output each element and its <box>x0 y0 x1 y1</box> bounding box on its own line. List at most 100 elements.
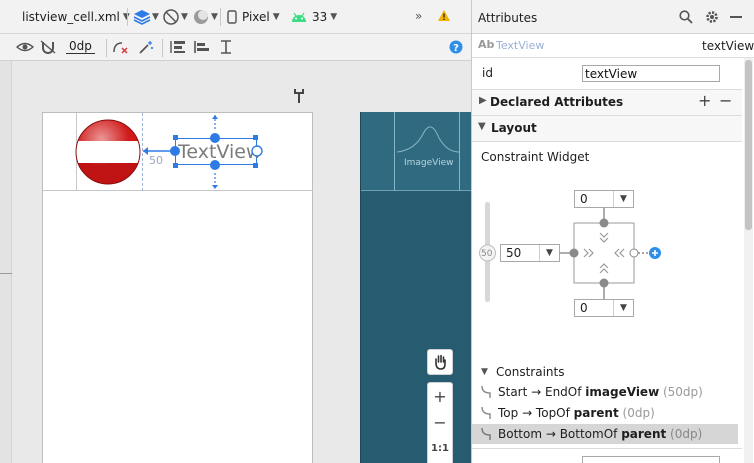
layout-section[interactable]: ▼ Layout <box>472 115 742 141</box>
more-button[interactable]: » <box>415 9 422 23</box>
search-icon[interactable] <box>679 10 693 24</box>
constraint-row[interactable]: Start → EndOf imageView (50dp) <box>472 382 738 402</box>
constraint-value: (50dp) <box>659 385 703 399</box>
design-surface-button[interactable]: ▼ <box>133 8 159 26</box>
top-margin-value: 0 <box>580 192 588 206</box>
layout-title: Layout <box>491 121 537 135</box>
declared-attributes-title: Declared Attributes <box>490 95 624 109</box>
chevron-down-icon: ▼ <box>613 191 633 207</box>
constraint-widget-title: Constraint Widget <box>481 150 590 164</box>
chevron-down-icon[interactable]: ▼ <box>481 367 488 377</box>
device-name: Pixel <box>242 10 270 24</box>
divider <box>127 8 128 26</box>
gear-icon[interactable] <box>705 10 719 24</box>
file-selector[interactable]: listview_cell.xml ▼ <box>22 10 130 24</box>
orientation-button[interactable]: ▼ <box>162 8 188 26</box>
remove-icon[interactable]: − <box>719 91 732 110</box>
constraint-icon <box>481 385 491 398</box>
divider <box>220 8 221 26</box>
chevron-down-icon: ▼ <box>272 12 280 22</box>
left-margin-dropdown[interactable]: 50 ▼ <box>500 244 560 262</box>
constraint-target: parent <box>621 427 667 441</box>
left-gutter <box>0 61 12 463</box>
night-mode-button[interactable]: ▼ <box>192 8 218 26</box>
layers-icon <box>133 10 151 25</box>
view-options-button[interactable] <box>16 40 34 54</box>
gutter-marker <box>0 273 12 274</box>
clear-constraints-button[interactable] <box>112 40 128 54</box>
panel-scrollbar-thumb[interactable] <box>745 60 752 230</box>
warning-button[interactable] <box>437 9 451 22</box>
flag-image[interactable] <box>75 119 141 185</box>
declared-attributes-section[interactable]: ▶ Declared Attributes + − <box>472 89 742 115</box>
minimize-icon[interactable] <box>730 14 742 20</box>
selection-handles[interactable] <box>163 113 273 191</box>
chevron-down-icon: ▼ <box>181 12 188 22</box>
svg-text:?: ? <box>453 43 459 54</box>
left-margin-value: 50 <box>506 246 522 260</box>
default-margin-value: 0dp <box>66 39 95 54</box>
top-margin-dropdown[interactable]: 0 ▼ <box>574 190 634 208</box>
clear-constraints-icon <box>113 42 128 54</box>
help-button[interactable]: ? <box>449 40 463 54</box>
magnet-off-icon <box>40 40 56 54</box>
blueprint-flag-outline <box>396 126 460 153</box>
api-level-selector[interactable]: 33 ▼ <box>291 10 337 24</box>
layout-toolbar: 0dp ? <box>0 34 471 61</box>
blueprint-cell[interactable]: ImageView <box>361 112 471 191</box>
zoom-out-button[interactable]: − <box>428 413 452 432</box>
autoconnect-button[interactable] <box>40 40 56 54</box>
align-left-icon <box>194 41 209 53</box>
hand-icon <box>435 354 446 370</box>
add-icon[interactable]: + <box>698 91 711 110</box>
chevron-down-icon: ▼ <box>478 121 486 132</box>
infer-constraints-button[interactable] <box>138 40 154 54</box>
design-canvas[interactable]: 50 TextView ImageView + − 1:1 <box>13 61 471 463</box>
divider <box>472 141 742 142</box>
align-button[interactable] <box>193 39 211 55</box>
magic-wand-icon <box>139 41 153 54</box>
attributes-header: Attributes <box>472 0 754 34</box>
divider <box>162 39 163 57</box>
phone-icon <box>227 10 237 24</box>
constraint-value: (0dp) <box>666 427 703 441</box>
blueprint-imageview[interactable]: ImageView <box>394 112 460 191</box>
guidelines-button[interactable] <box>218 39 234 55</box>
blueprint-surface[interactable]: ImageView <box>360 112 471 463</box>
chevron-down-icon: ▼ <box>613 300 633 316</box>
default-margins-button[interactable]: 0dp <box>66 39 95 54</box>
bottom-margin-dropdown[interactable]: 0 ▼ <box>574 299 634 317</box>
chevron-right-icon: ▶ <box>479 95 487 106</box>
constraints-title: Constraints <box>496 365 565 379</box>
resize-handle-icon[interactable] <box>293 88 305 104</box>
zoom-actual-size-button[interactable]: 1:1 <box>428 443 452 454</box>
constraint-text: Top → TopOf <box>498 406 574 420</box>
bias-label: 50 <box>481 249 493 259</box>
api-level: 33 <box>312 10 328 24</box>
margin-label: 50 <box>149 154 163 167</box>
constraint-value: (0dp) <box>618 406 655 420</box>
component-type: TextView <box>496 39 545 52</box>
warning-icon <box>438 10 450 21</box>
id-label: id <box>482 66 493 80</box>
chevron-down-icon: ▼ <box>330 12 338 22</box>
attributes-panel: Attributes Ab TextView textView id ▶ Dec… <box>471 0 754 463</box>
android-icon <box>292 12 306 22</box>
help-icon: ? <box>449 40 463 54</box>
design-surface[interactable]: 50 TextView <box>42 112 313 463</box>
list-cell-layout[interactable]: 50 TextView <box>43 113 313 191</box>
component-id: textView <box>702 39 754 53</box>
pack-button[interactable] <box>169 39 187 55</box>
constraint-row-selected[interactable]: Bottom → BottomOf parent (0dp) <box>472 424 738 444</box>
chevron-down-icon: ▼ <box>152 12 159 22</box>
constraint-text: Start → EndOf <box>498 385 586 399</box>
id-field[interactable] <box>582 65 720 82</box>
pan-button[interactable] <box>427 349 453 375</box>
rotate-icon <box>163 9 179 25</box>
file-name: listview_cell.xml <box>22 10 120 24</box>
constraint-row[interactable]: Top → TopOf parent (0dp) <box>472 403 738 423</box>
constraint-target: imageView <box>585 385 660 399</box>
zoom-in-button[interactable]: + <box>428 387 452 406</box>
next-field[interactable] <box>582 456 720 463</box>
device-selector[interactable]: Pixel ▼ <box>227 10 280 24</box>
